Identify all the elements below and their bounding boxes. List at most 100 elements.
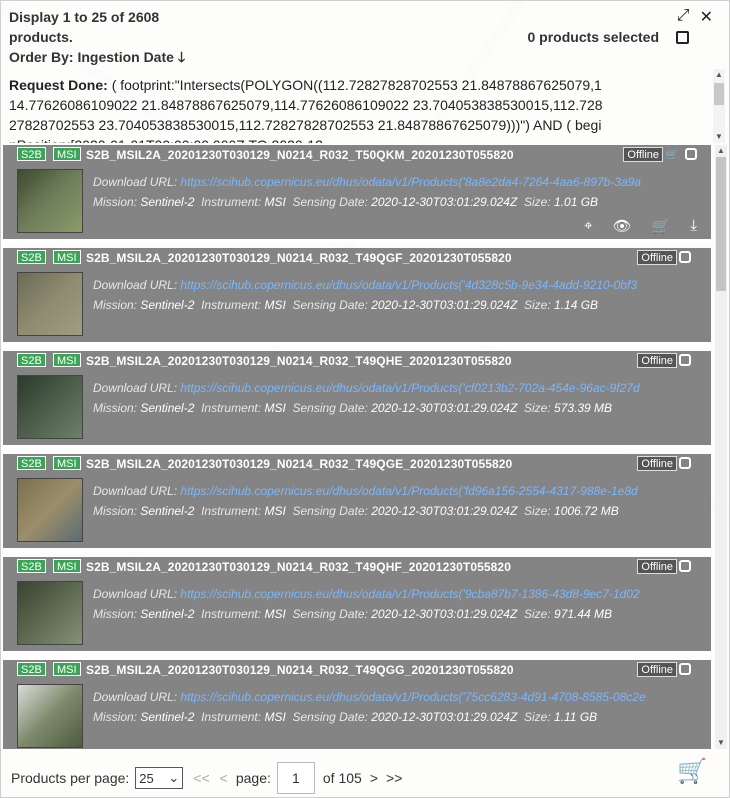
- product-checkbox[interactable]: [679, 560, 691, 572]
- download-url-line: Download URL: https://scihub.copernicus.…: [93, 278, 693, 292]
- product-name[interactable]: S2B_MSIL2A_20201230T030129_N0214_R032_T5…: [86, 148, 514, 162]
- product-item[interactable]: S2B MSI S2B_MSIL2A_20201230T030129_N0214…: [3, 557, 711, 655]
- scroll-thumb[interactable]: [716, 157, 726, 291]
- download-url-line: Download URL: https://scihub.copernicus.…: [93, 381, 693, 395]
- download-url-link[interactable]: https://scihub.copernicus.eu/dhus/odata/…: [180, 690, 645, 704]
- per-page-label: Products per page:: [11, 770, 130, 786]
- sensing-date-value: 2020-12-30T03:01:29.024Z: [371, 195, 518, 209]
- order-by-label: Order By: Ingestion Date: [9, 49, 174, 65]
- status-badge: Offline: [637, 559, 677, 574]
- arrow-down-icon[interactable]: 🡓: [178, 47, 185, 67]
- eye-icon[interactable]: 👁: [613, 217, 632, 235]
- scroll-down-arrow-icon[interactable]: ▼: [713, 131, 725, 143]
- instrument-tag: MSI: [53, 559, 81, 573]
- page-label: page:: [235, 770, 271, 786]
- mission-label: Mission:: [93, 298, 138, 312]
- instrument-tag: MSI: [53, 353, 81, 367]
- instrument-value: MSI: [264, 401, 286, 415]
- product-item[interactable]: S2B MSI S2B_MSIL2A_20201230T030129_N0214…: [3, 454, 711, 552]
- zoom-to-footprint-icon[interactable]: ⌖: [584, 217, 592, 235]
- sensing-date-label: Sensing Date:: [292, 504, 368, 518]
- product-name[interactable]: S2B_MSIL2A_20201230T030129_N0214_R032_T4…: [86, 560, 511, 574]
- first-page-button[interactable]: <<: [193, 770, 209, 786]
- product-meta-line: Mission: Sentinel-2 Instrument: MSI Sens…: [93, 710, 693, 724]
- scroll-thumb[interactable]: [714, 83, 724, 105]
- mission-label: Mission:: [93, 401, 138, 415]
- product-checkbox[interactable]: [679, 663, 691, 675]
- size-label: Size:: [523, 401, 551, 415]
- mission-value: Sentinel-2: [140, 607, 195, 621]
- close-icon[interactable]: ✕: [700, 7, 713, 27]
- platform-tag: S2B: [17, 456, 46, 470]
- product-list-panel: Display 1 to 25 of 2608 products. Order …: [0, 0, 730, 798]
- select-all-checkbox[interactable]: [676, 31, 689, 44]
- product-item[interactable]: S2B MSI S2B_MSIL2A_20201230T030129_N0214…: [3, 248, 711, 346]
- order-by[interactable]: Order By: Ingestion Date 🡓: [9, 47, 709, 67]
- product-name[interactable]: S2B_MSIL2A_20201230T030129_N0214_R032_T4…: [86, 354, 512, 368]
- per-page-select[interactable]: 25 ⌄: [135, 767, 184, 789]
- product-thumbnail[interactable]: [17, 684, 83, 748]
- product-checkbox[interactable]: [679, 354, 691, 366]
- download-icon[interactable]: ⤓: [690, 217, 697, 235]
- product-checkbox[interactable]: [679, 457, 691, 469]
- instrument-label: Instrument:: [201, 298, 262, 312]
- size-value: 1.14 GB: [554, 298, 599, 312]
- platform-tag: S2B: [17, 147, 46, 161]
- product-item[interactable]: S2B MSI S2B_MSIL2A_20201230T030129_N0214…: [3, 660, 711, 749]
- product-actions: ⌖ 👁 🛒 ⤓: [584, 217, 697, 235]
- product-name[interactable]: S2B_MSIL2A_20201230T030129_N0214_R032_T4…: [86, 663, 514, 677]
- download-url-label: Download URL:: [93, 175, 178, 189]
- product-item[interactable]: S2B MSI S2B_MSIL2A_20201230T030129_N0214…: [3, 351, 711, 449]
- product-name[interactable]: S2B_MSIL2A_20201230T030129_N0214_R032_T4…: [86, 457, 512, 471]
- request-scrollbar[interactable]: ▲ ▼: [713, 69, 725, 143]
- request-label: Request Done:: [9, 77, 108, 93]
- instrument-value: MSI: [264, 710, 286, 724]
- sensing-date-value: 2020-12-30T03:01:29.024Z: [371, 607, 518, 621]
- sensing-date-value: 2020-12-30T03:01:29.024Z: [371, 504, 518, 518]
- sensing-date-label: Sensing Date:: [292, 710, 368, 724]
- sensing-date-label: Sensing Date:: [292, 298, 368, 312]
- product-checkbox[interactable]: [685, 148, 697, 160]
- expand-icon[interactable]: ⤢: [677, 7, 690, 27]
- product-thumbnail[interactable]: [17, 478, 83, 542]
- download-url-line: Download URL: https://scihub.copernicus.…: [93, 175, 693, 189]
- scroll-up-arrow-icon[interactable]: ▲: [715, 145, 727, 157]
- product-meta-line: Mission: Sentinel-2 Instrument: MSI Sens…: [93, 195, 693, 209]
- product-name[interactable]: S2B_MSIL2A_20201230T030129_N0214_R032_T4…: [86, 251, 512, 265]
- size-label: Size:: [523, 710, 551, 724]
- mission-label: Mission:: [93, 195, 138, 209]
- product-thumbnail[interactable]: [17, 272, 83, 336]
- download-url-line: Download URL: https://scihub.copernicus.…: [93, 484, 693, 498]
- instrument-value: MSI: [264, 504, 286, 518]
- product-item[interactable]: S2B MSI S2B_MSIL2A_20201230T030129_N0214…: [3, 145, 711, 243]
- product-meta-line: Mission: Sentinel-2 Instrument: MSI Sens…: [93, 607, 693, 621]
- scroll-down-arrow-icon[interactable]: ▼: [715, 737, 727, 749]
- list-scrollbar[interactable]: ▲ ▼: [715, 145, 727, 749]
- display-count: Display 1 to 25 of 2608 products.: [9, 9, 160, 45]
- download-url-link[interactable]: https://scihub.copernicus.eu/dhus/odata/…: [180, 175, 641, 189]
- download-url-link[interactable]: https://scihub.copernicus.eu/dhus/odata/…: [180, 381, 639, 395]
- chevron-down-icon: ⌄: [168, 770, 180, 785]
- size-label: Size:: [523, 195, 551, 209]
- cart-add-icon[interactable]: 🛒: [677, 757, 707, 786]
- instrument-value: MSI: [264, 607, 286, 621]
- product-meta-line: Mission: Sentinel-2 Instrument: MSI Sens…: [93, 401, 693, 415]
- scroll-up-arrow-icon[interactable]: ▲: [713, 69, 725, 81]
- download-url-link[interactable]: https://scihub.copernicus.eu/dhus/odata/…: [180, 587, 639, 601]
- product-thumbnail[interactable]: [17, 375, 83, 439]
- mission-value: Sentinel-2: [140, 298, 195, 312]
- prev-page-button[interactable]: <: [220, 770, 228, 786]
- download-url-link[interactable]: https://scihub.copernicus.eu/dhus/odata/…: [180, 484, 637, 498]
- next-page-button[interactable]: >: [370, 770, 378, 786]
- mission-label: Mission:: [93, 504, 138, 518]
- cart-icon[interactable]: 🛒: [652, 217, 671, 235]
- product-thumbnail[interactable]: [17, 581, 83, 645]
- page-input[interactable]: 1: [276, 762, 315, 794]
- instrument-value: MSI: [264, 298, 286, 312]
- download-url-link[interactable]: https://scihub.copernicus.eu/dhus/odata/…: [180, 278, 637, 292]
- product-thumbnail[interactable]: [17, 169, 83, 233]
- size-value: 1.11 GB: [554, 710, 598, 724]
- last-page-button[interactable]: >>: [386, 770, 402, 786]
- product-checkbox[interactable]: [679, 251, 691, 263]
- product-list: S2B MSI S2B_MSIL2A_20201230T030129_N0214…: [1, 145, 715, 749]
